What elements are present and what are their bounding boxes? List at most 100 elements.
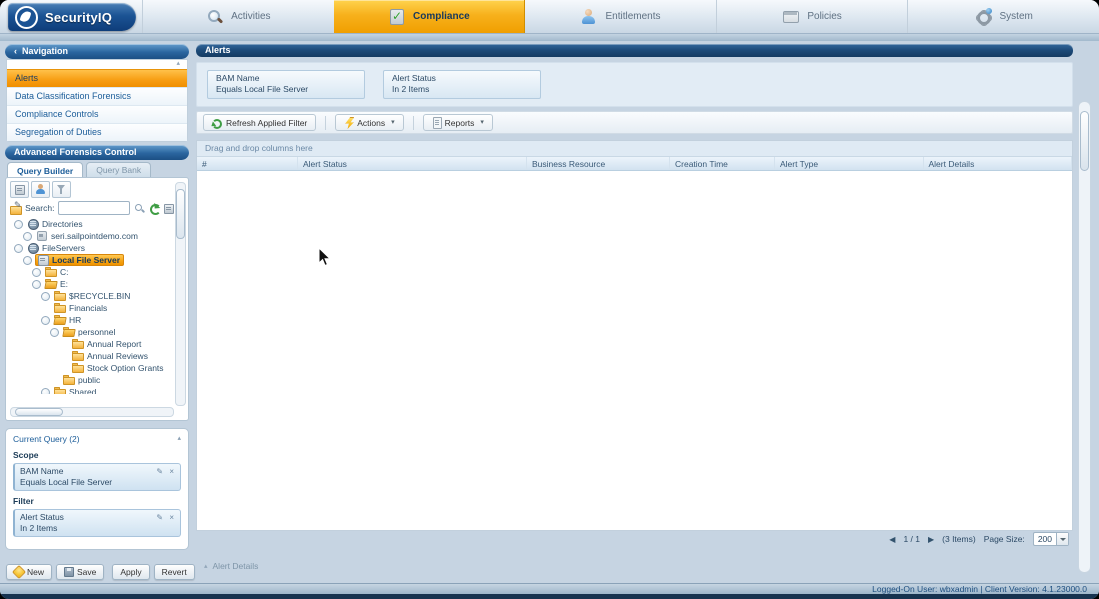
prev-page-icon[interactable]: ◀	[889, 535, 895, 544]
query-tab[interactable]: Query Builder	[7, 162, 84, 178]
tree-item-body[interactable]: Financials	[53, 303, 110, 313]
tree-item[interactable]: Local File Server	[10, 254, 174, 266]
page-size-select[interactable]: 200	[1032, 532, 1069, 546]
tree-item-body[interactable]: C:	[44, 267, 72, 277]
column-header[interactable]: Alert Type	[774, 157, 924, 171]
sidebar-nav-item[interactable]: Alerts	[7, 69, 187, 87]
tree-item[interactable]: Financials	[10, 302, 174, 314]
apply-button[interactable]: Apply	[112, 564, 150, 580]
navigation-header-label: Navigation	[22, 46, 69, 56]
tree-expander-icon[interactable]	[41, 291, 50, 301]
filter-chip[interactable]: BAM Name Equals Local File Server	[207, 70, 365, 99]
tree-item[interactable]: $RECYCLE.BIN	[10, 290, 174, 302]
tree-expander-icon[interactable]	[32, 267, 41, 277]
group-by-bar[interactable]: Drag and drop columns here	[197, 141, 1072, 157]
top-tab[interactable]: Entitlements	[525, 0, 716, 33]
tree-search-input[interactable]	[58, 201, 131, 215]
column-header[interactable]: Alert Status	[297, 157, 527, 171]
tree-item[interactable]: E:	[10, 278, 174, 290]
tree-item[interactable]: personnel	[10, 326, 174, 338]
tree-expander-icon[interactable]	[23, 231, 32, 241]
refresh-applied-filter-button[interactable]: Refresh Applied Filter	[203, 114, 317, 131]
tree-item[interactable]: seri.sailpointdemo.com	[10, 230, 174, 242]
tree-item-body[interactable]: Annual Reviews	[71, 351, 151, 361]
column-header[interactable]: Business Resource	[526, 157, 670, 171]
nav-collapse-icon[interactable]: ▴	[7, 60, 187, 69]
tree-expander-icon[interactable]	[41, 387, 50, 394]
navigation-header[interactable]: ‹ Navigation	[5, 44, 189, 59]
sidebar-nav-item[interactable]: Compliance Controls	[7, 105, 187, 123]
grid-empty-area	[197, 170, 1072, 530]
tree-item-body[interactable]: $RECYCLE.BIN	[53, 291, 133, 301]
tree-vertical-scrollbar[interactable]	[175, 182, 186, 406]
new-query-button[interactable]: New	[6, 564, 53, 580]
tree-item[interactable]: Shared	[10, 386, 174, 394]
view-servers-button[interactable]	[10, 181, 29, 198]
tree-search-row: Search:	[10, 200, 175, 215]
tree-item-body[interactable]: Directories	[26, 219, 86, 230]
top-tab[interactable]: Compliance	[333, 0, 526, 33]
main-vertical-scrollbar[interactable]	[1078, 101, 1091, 573]
advanced-forensics-header[interactable]: Advanced Forensics Control	[5, 145, 189, 160]
reports-dropdown-button[interactable]: Reports ▾	[422, 114, 493, 131]
tree-item[interactable]: Annual Report	[10, 338, 174, 350]
tree-refresh-icon[interactable]	[149, 203, 161, 215]
query-collapse-icon[interactable]: ▴	[177, 434, 181, 444]
tree-item-body[interactable]: seri.sailpointdemo.com	[35, 231, 141, 241]
alert-details-toggle[interactable]: ▴ Alert Details	[196, 559, 1073, 573]
filter-card-edit-remove-icons[interactable]: ✎ ×	[156, 512, 176, 523]
tree-expander-icon[interactable]	[50, 327, 59, 337]
main-vscroll-thumb[interactable]	[1080, 111, 1089, 171]
tree-item-body[interactable]: public	[62, 375, 103, 385]
tree-expander-icon[interactable]	[14, 243, 23, 253]
tree-item-body[interactable]: personnel	[62, 327, 118, 337]
tree-item-body[interactable]: FileServers	[26, 243, 88, 254]
scope-card-edit-remove-icons[interactable]: ✎ ×	[156, 466, 176, 477]
filter-card[interactable]: Alert Status In 2 Items ✎ ×	[13, 509, 181, 537]
sidebar-nav-item[interactable]: Segregation of Duties	[7, 123, 187, 141]
top-tab[interactable]: Activities	[142, 0, 334, 33]
column-header[interactable]: Alert Details	[923, 157, 1072, 171]
view-identities-button[interactable]	[31, 181, 50, 198]
tree-item[interactable]: Directories	[10, 218, 174, 230]
tree-item[interactable]: FileServers	[10, 242, 174, 254]
tree-item-body[interactable]: Local File Server	[35, 254, 125, 266]
tree-item[interactable]: Stock Option Grants	[10, 362, 174, 374]
tree-expander-icon[interactable]	[23, 255, 32, 265]
save-query-button[interactable]: Save	[56, 564, 105, 580]
filter-chip[interactable]: Alert Status In 2 Items	[383, 70, 541, 99]
tree-collapse-all-icon[interactable]	[163, 203, 175, 214]
tree-filter-button[interactable]	[52, 181, 71, 198]
tree-item-body[interactable]: Annual Report	[71, 339, 144, 349]
tree-node-icon	[54, 291, 66, 301]
tree-item-body[interactable]: Shared	[53, 387, 99, 394]
tree-item[interactable]: C:	[10, 266, 174, 278]
revert-button[interactable]: Revert	[153, 564, 195, 580]
tree-item-label: Financials	[69, 303, 108, 313]
tree-expander-icon[interactable]	[41, 315, 50, 325]
tree-horizontal-scrollbar[interactable]	[10, 407, 174, 417]
collapse-sidebar-icon[interactable]: ‹	[14, 46, 17, 56]
search-go-icon[interactable]	[134, 203, 144, 214]
tree-vscroll-thumb[interactable]	[176, 189, 185, 239]
select-caret-icon[interactable]	[1056, 533, 1068, 545]
tree-item[interactable]: public	[10, 374, 174, 386]
next-page-icon[interactable]: ▶	[928, 535, 934, 544]
actions-dropdown-button[interactable]: Actions ▾	[335, 114, 404, 131]
column-header[interactable]: Creation Time	[669, 157, 775, 171]
tree-item-body[interactable]: Stock Option Grants	[71, 363, 167, 373]
tree-item[interactable]: HR	[10, 314, 174, 326]
scope-card[interactable]: BAM Name Equals Local File Server ✎ ×	[13, 463, 181, 491]
top-tab[interactable]: Policies	[715, 0, 908, 33]
tree-node-icon	[72, 363, 84, 373]
tree-expander-icon[interactable]	[14, 219, 23, 229]
query-tab[interactable]: Query Bank	[86, 162, 152, 177]
sidebar-nav-item[interactable]: Data Classification Forensics	[7, 87, 187, 105]
tree-item-body[interactable]: E:	[44, 279, 71, 289]
tree-item-body[interactable]: HR	[53, 315, 84, 325]
tree-hscroll-thumb[interactable]	[15, 408, 63, 416]
tree-item[interactable]: Annual Reviews	[10, 350, 174, 362]
top-tab[interactable]: System	[907, 0, 1099, 33]
tree-expander-icon[interactable]	[32, 279, 41, 289]
column-header[interactable]: #	[197, 157, 298, 171]
